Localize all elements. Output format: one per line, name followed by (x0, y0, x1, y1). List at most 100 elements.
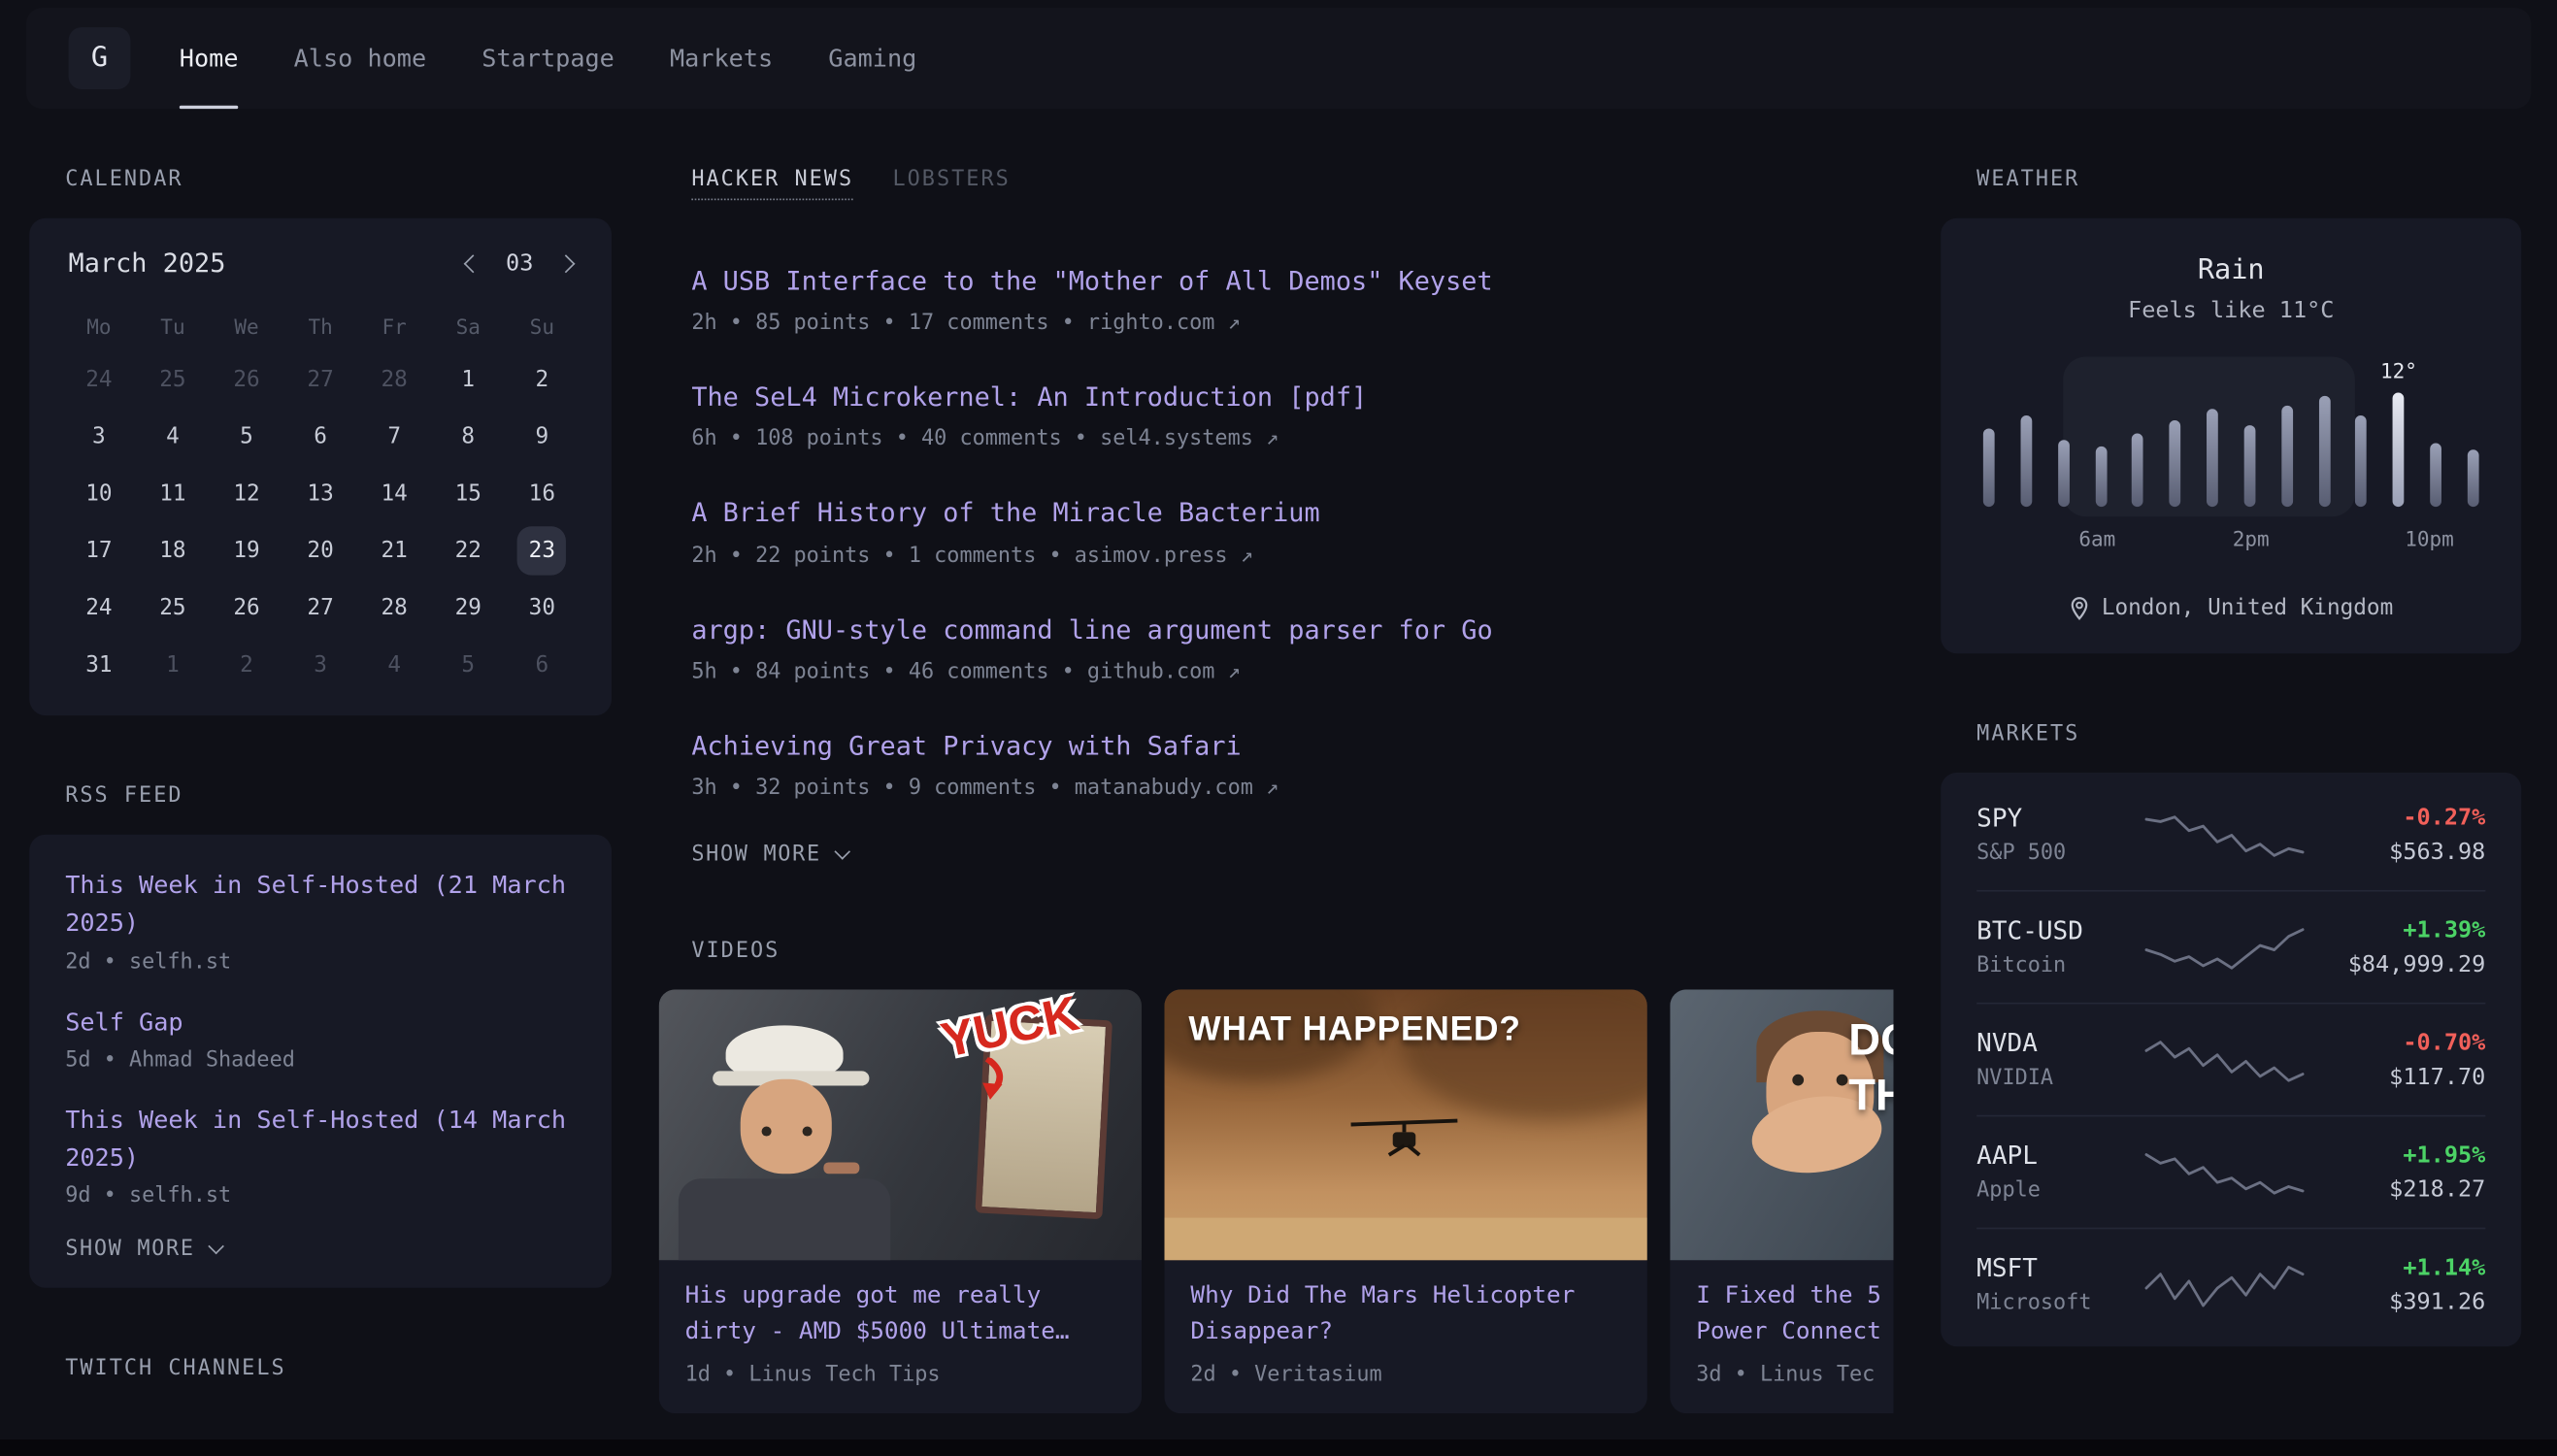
market-price: $117.70 (2329, 1064, 2485, 1090)
calendar-day[interactable]: 13 (283, 464, 357, 521)
rss-item-meta: 5d • Ahmad Shadeed (65, 1047, 576, 1072)
helicopter-art (1347, 1109, 1462, 1167)
calendar-month-number[interactable]: 03 (506, 249, 533, 276)
video-card-body: I Fixed the 5 Power Connect 3d • Linus T… (1670, 1260, 1893, 1414)
video-thumbnail[interactable]: WHAT HAPPENED? (1165, 989, 1647, 1260)
market-ticker[interactable]: SPY (1976, 804, 2120, 833)
calendar-day[interactable]: 6 (505, 636, 579, 693)
nav-tab-gaming[interactable]: Gaming (828, 8, 916, 109)
right-column: WEATHER Rain Feels like 11°C 12° 6am2pm1… (1941, 168, 2521, 1347)
market-ticker[interactable]: AAPL (1976, 1142, 2120, 1171)
hn-story-link[interactable]: The SeL4 Microkernel: An Introduction [p… (691, 379, 1893, 416)
video-card[interactable]: WHAT HAPPENED? Why Did The Mars Helicopt… (1165, 989, 1647, 1414)
calendar-day[interactable]: 16 (505, 464, 579, 521)
calendar-day-number: 25 (149, 582, 197, 631)
calendar-day[interactable]: 26 (210, 350, 283, 408)
calendar-day[interactable]: 12 (210, 464, 283, 521)
market-row[interactable]: AAPLApple+1.95%$218.27 (1976, 1115, 2485, 1228)
calendar-header: March 2025 03 (62, 248, 580, 279)
calendar-day[interactable]: 9 (505, 408, 579, 465)
calendar-day[interactable]: 5 (431, 636, 505, 693)
calendar-day[interactable]: 25 (136, 350, 210, 408)
calendar-day[interactable]: 6 (283, 408, 357, 465)
calendar-day[interactable]: 11 (136, 464, 210, 521)
hn-story-link[interactable]: argp: GNU-style command line argument pa… (691, 611, 1893, 648)
rss-item-link[interactable]: This Week in Self-Hosted (21 March 2025) (65, 867, 576, 943)
calendar-day[interactable]: 23 (505, 521, 579, 579)
calendar-day[interactable]: 18 (136, 521, 210, 579)
markets-heading: MARKETS (1976, 722, 2521, 746)
nav-tab-startpage[interactable]: Startpage (482, 8, 614, 109)
calendar-day[interactable]: 28 (357, 350, 431, 408)
feed-show-more-button[interactable]: SHOW MORE (691, 843, 1893, 867)
market-row-left: MSFTMicrosoft (1976, 1254, 2120, 1316)
market-row-right: -0.27%$563.98 (2329, 805, 2485, 865)
nav-tab-home[interactable]: Home (180, 8, 239, 109)
app-logo[interactable]: G (69, 27, 131, 89)
calendar-day[interactable]: 3 (283, 636, 357, 693)
market-row[interactable]: NVDANVIDIA-0.70%$117.70 (1976, 1003, 2485, 1115)
market-row[interactable]: SPYS&P 500-0.27%$563.98 (1976, 779, 2485, 890)
video-card[interactable]: YUCK His upgrade got me really dirty - A… (659, 989, 1142, 1414)
calendar-day[interactable]: 4 (136, 408, 210, 465)
calendar-day[interactable]: 20 (283, 521, 357, 579)
hn-story-link[interactable]: Achieving Great Privacy with Safari (691, 726, 1893, 764)
calendar-day[interactable]: 14 (357, 464, 431, 521)
calendar-day[interactable]: 24 (62, 579, 136, 636)
video-title-link[interactable]: His upgrade got me really dirty - AMD $5… (685, 1279, 1116, 1350)
video-title-link[interactable]: I Fixed the 5 Power Connect (1696, 1279, 1893, 1350)
calendar-day[interactable]: 28 (357, 579, 431, 636)
calendar-day[interactable]: 29 (431, 579, 505, 636)
feed-tab-lobsters[interactable]: LOBSTERS (892, 168, 1010, 199)
rss-item-link[interactable]: Self Gap (65, 1004, 576, 1042)
weather-bar (2095, 447, 2107, 507)
market-ticker[interactable]: BTC-USD (1976, 916, 2120, 945)
calendar-day[interactable]: 4 (357, 636, 431, 693)
calendar-day[interactable]: 27 (283, 579, 357, 636)
calendar-next-icon[interactable] (556, 253, 575, 272)
calendar-day[interactable]: 27 (283, 350, 357, 408)
nav-tab-markets[interactable]: Markets (670, 8, 773, 109)
calendar-day[interactable]: 10 (62, 464, 136, 521)
calendar-day[interactable]: 26 (210, 579, 283, 636)
calendar-day-number: 18 (149, 525, 197, 574)
calendar-day[interactable]: 3 (62, 408, 136, 465)
chevron-down-icon (209, 1239, 225, 1255)
calendar-day[interactable]: 7 (357, 408, 431, 465)
calendar-day[interactable]: 1 (431, 350, 505, 408)
video-thumbnail[interactable]: YUCK (659, 989, 1142, 1260)
calendar-day[interactable]: 15 (431, 464, 505, 521)
calendar-day[interactable]: 2 (210, 636, 283, 693)
market-row[interactable]: BTC-USDBitcoin+1.39%$84,999.29 (1976, 890, 2485, 1003)
rss-show-more-button[interactable]: SHOW MORE (65, 1238, 576, 1262)
calendar-day[interactable]: 25 (136, 579, 210, 636)
video-title-link[interactable]: Why Did The Mars Helicopter Disappear? (1190, 1279, 1621, 1350)
calendar-day[interactable]: 21 (357, 521, 431, 579)
market-row[interactable]: MSFTMicrosoft+1.14%$391.26 (1976, 1228, 2485, 1340)
market-ticker[interactable]: MSFT (1976, 1254, 2120, 1283)
calendar-day[interactable]: 22 (431, 521, 505, 579)
calendar-prev-icon[interactable] (464, 253, 482, 272)
calendar-day[interactable]: 24 (62, 350, 136, 408)
hn-story-link[interactable]: A Brief History of the Miracle Bacterium (691, 494, 1893, 532)
market-price: $218.27 (2329, 1176, 2485, 1203)
rss-item-link[interactable]: This Week in Self-Hosted (14 March 2025) (65, 1102, 576, 1177)
nav-tab-also-home[interactable]: Also home (294, 8, 427, 109)
calendar-day[interactable]: 2 (505, 350, 579, 408)
video-thumbnail[interactable]: DO TH (1670, 989, 1893, 1260)
hn-story-link[interactable]: A USB Interface to the "Mother of All De… (691, 262, 1893, 300)
feed-tab-hacker-news[interactable]: HACKER NEWS (691, 168, 853, 201)
market-ticker[interactable]: NVDA (1976, 1029, 2120, 1058)
video-card[interactable]: DO TH I Fixed the 5 Power Connect 3d • L… (1670, 989, 1893, 1414)
calendar-day[interactable]: 17 (62, 521, 136, 579)
calendar-day[interactable]: 5 (210, 408, 283, 465)
calendar-day[interactable]: 30 (505, 579, 579, 636)
calendar-day[interactable]: 1 (136, 636, 210, 693)
weather-peak-temp: 12° (2380, 358, 2417, 382)
left-column: CALENDAR March 2025 03 MoTuWeThFrSaSu 24… (29, 168, 612, 1407)
calendar-day[interactable]: 8 (431, 408, 505, 465)
calendar-day[interactable]: 31 (62, 636, 136, 693)
nav-tabs: Home Also home Startpage Markets Gaming (180, 8, 917, 109)
calendar-day[interactable]: 19 (210, 521, 283, 579)
video-meta: 3d • Linus Tec (1696, 1364, 1893, 1388)
